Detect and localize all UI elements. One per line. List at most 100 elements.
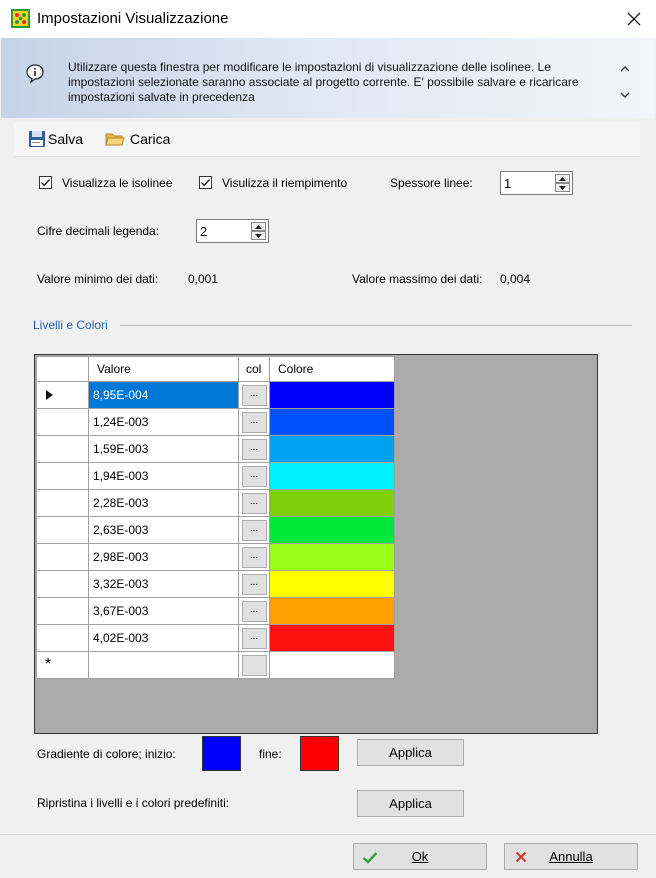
app-icon [11,9,30,28]
level-value-cell[interactable]: 1,59E-003 [88,435,239,463]
color-picker-button[interactable]: ... [241,546,267,568]
level-color-cell[interactable] [269,516,395,544]
row-header-cell[interactable] [36,624,89,652]
row-header-cell[interactable] [36,381,89,409]
decimals-up-button[interactable] [251,222,266,231]
reset-apply-button[interactable]: Applica [357,790,464,817]
close-icon [627,12,641,26]
table-row[interactable]: 2,63E-003... [36,516,395,544]
new-color-cell[interactable] [269,651,395,679]
max-value-label: Valore massimo dei dati: [352,272,483,286]
level-color-cell[interactable] [269,381,395,409]
table-row[interactable]: 2,98E-003... [36,543,395,571]
close-button[interactable] [612,0,656,38]
row-header-cell[interactable] [36,516,89,544]
chevron-down-icon [620,92,630,98]
line-width-up-button[interactable] [555,174,570,183]
info-text: Utilizzare questa finestra per modificar… [68,60,579,104]
level-value-cell[interactable]: 8,95E-004 [88,381,239,409]
new-table-row[interactable]: * [36,651,395,679]
line-width-stepper[interactable]: 1 [500,171,573,195]
color-picker-button[interactable]: ... [241,492,267,514]
decimals-stepper[interactable]: 2 [196,219,269,243]
new-color-picker-button[interactable] [241,654,267,676]
window-title: Impostazioni Visualizzazione [37,10,229,27]
show-fill-checkbox[interactable] [199,176,212,189]
checkmark-icon [41,179,51,187]
level-value-cell[interactable]: 2,63E-003 [88,516,239,544]
color-picker-button[interactable]: ... [241,573,267,595]
gradient-apply-button[interactable]: Applica [357,739,464,766]
level-color-cell[interactable] [269,597,395,625]
row-header-cell[interactable] [36,435,89,463]
scroll-down-button[interactable] [615,87,635,103]
color-picker-button[interactable]: ... [241,411,267,433]
level-color-cell[interactable] [269,435,395,463]
save-button[interactable]: Salva [28,130,83,148]
gradient-apply-label: Applica [389,745,432,760]
column-header-color[interactable]: Colore [269,356,395,382]
row-header-cell[interactable] [36,597,89,625]
new-value-cell[interactable] [88,651,239,679]
table-row[interactable]: 1,24E-003... [36,408,395,436]
level-value-cell[interactable]: 3,67E-003 [88,597,239,625]
table-row[interactable]: 4,02E-003... [36,624,395,652]
gradient-end-color[interactable] [300,736,339,771]
decimals-down-button[interactable] [251,231,266,240]
level-value-cell[interactable]: 1,24E-003 [88,408,239,436]
color-picker-button[interactable]: ... [241,519,267,541]
cancel-button[interactable]: Annulla [504,843,638,870]
load-button[interactable]: Carica [105,130,170,148]
level-color-cell[interactable] [269,543,395,571]
color-picker-cell: ... [238,570,270,598]
line-width-value: 1 [504,176,512,191]
ok-label: Ok [411,849,429,864]
gradient-label: Gradiente di colore; inizio: [37,747,176,761]
row-header-cell[interactable] [36,570,89,598]
triangle-down-icon [255,233,262,238]
color-picker-button[interactable]: ... [241,465,267,487]
color-picker-cell: ... [238,381,270,409]
table-row[interactable]: 2,28E-003... [36,489,395,517]
level-color-cell[interactable] [269,489,395,517]
color-picker-cell: ... [238,597,270,625]
column-header-value[interactable]: Valore [88,356,239,382]
level-value-cell[interactable]: 4,02E-003 [88,624,239,652]
ok-button[interactable]: Ok [353,843,487,870]
level-color-cell[interactable] [269,462,395,490]
level-color-cell[interactable] [269,408,395,436]
min-value: 0,001 [188,272,219,286]
levels-grid[interactable]: Valore col Colore 8,95E-004... 1,24E-003.… [34,354,598,734]
scroll-up-button[interactable] [615,60,635,76]
checkmark-icon [362,852,378,864]
color-picker-button[interactable]: ... [241,627,267,649]
gradient-end-label: fine: [259,747,282,761]
show-isolines-checkbox[interactable] [39,176,52,189]
level-color-cell[interactable] [269,624,395,652]
row-header-cell[interactable] [36,543,89,571]
table-row[interactable]: 1,94E-003... [36,462,395,490]
column-header-col[interactable]: col [238,356,270,382]
table-row[interactable]: 8,95E-004... [36,381,395,409]
color-picker-cell: ... [238,408,270,436]
show-isolines-label: Visualizza le isolinee [62,176,173,190]
level-value-cell[interactable]: 2,98E-003 [88,543,239,571]
color-picker-cell: ... [238,462,270,490]
line-width-down-button[interactable] [555,183,570,192]
row-header-column [36,356,89,382]
color-picker-button[interactable]: ... [241,384,267,406]
level-value-cell[interactable]: 1,94E-003 [88,462,239,490]
row-header-cell[interactable] [36,489,89,517]
color-picker-button[interactable]: ... [241,600,267,622]
row-header-cell[interactable] [36,462,89,490]
table-row[interactable]: 3,32E-003... [36,570,395,598]
table-row[interactable]: 1,59E-003... [36,435,395,463]
level-value-cell[interactable]: 2,28E-003 [88,489,239,517]
levels-group-label: Livelli e Colori [33,318,108,332]
color-picker-button[interactable]: ... [241,438,267,460]
gradient-start-color[interactable] [202,736,241,771]
table-row[interactable]: 3,67E-003... [36,597,395,625]
level-value-cell[interactable]: 3,32E-003 [88,570,239,598]
row-header-cell[interactable] [36,408,89,436]
level-color-cell[interactable] [269,570,395,598]
